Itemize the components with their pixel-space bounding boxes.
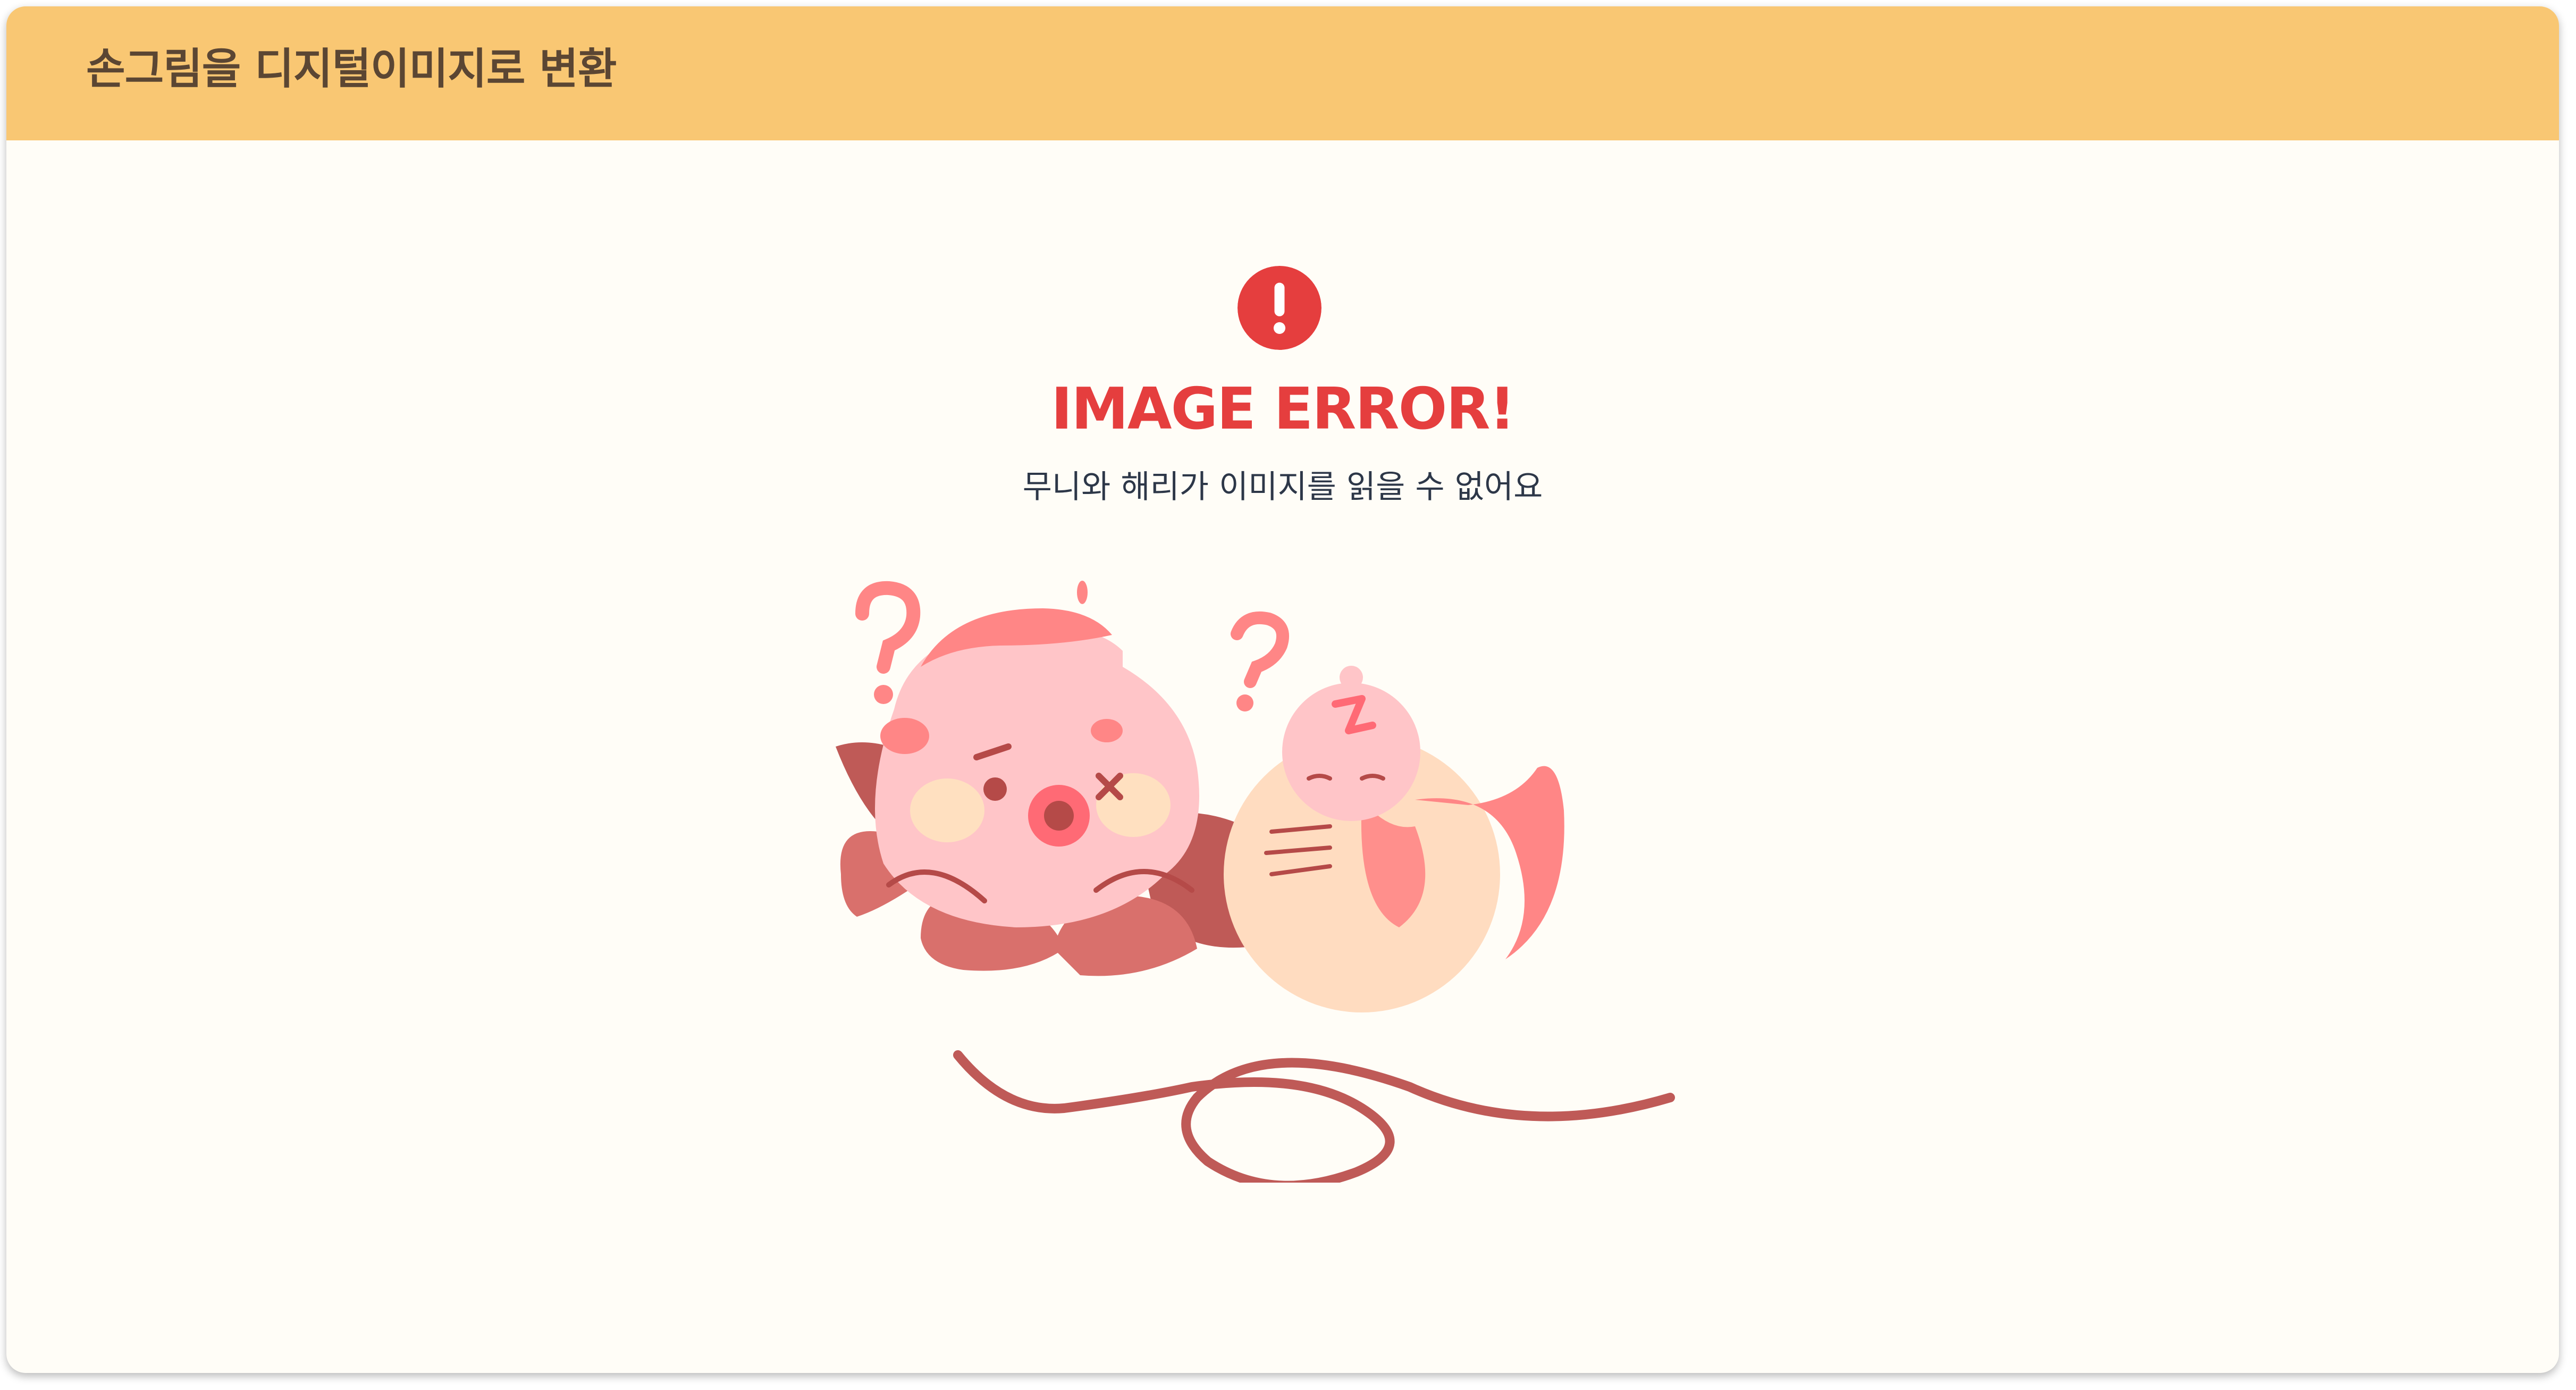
app-title: 손그림을 디지털이미지로 변환 [86, 44, 617, 94]
question-mark-right-icon [1231, 611, 1290, 688]
app-window: 손그림을 디지털이미지로 변환 IMAGE ERROR! 무니와 해리가 이미지… [6, 6, 2559, 1373]
error-message: 무니와 해리가 이미지를 읽을 수 없어요 [1022, 468, 1543, 506]
confused-octopus-illustration [836, 581, 1675, 1183]
exclamation-circle-icon [1238, 266, 1321, 350]
error-title: IMAGE ERROR! [1051, 376, 1516, 442]
error-content: IMAGE ERROR! 무니와 해리가 이미지를 읽을 수 없어요 [6, 140, 2559, 1373]
question-mark-left-icon [855, 581, 921, 674]
app-header: 손그림을 디지털이미지로 변환 [6, 6, 2559, 140]
